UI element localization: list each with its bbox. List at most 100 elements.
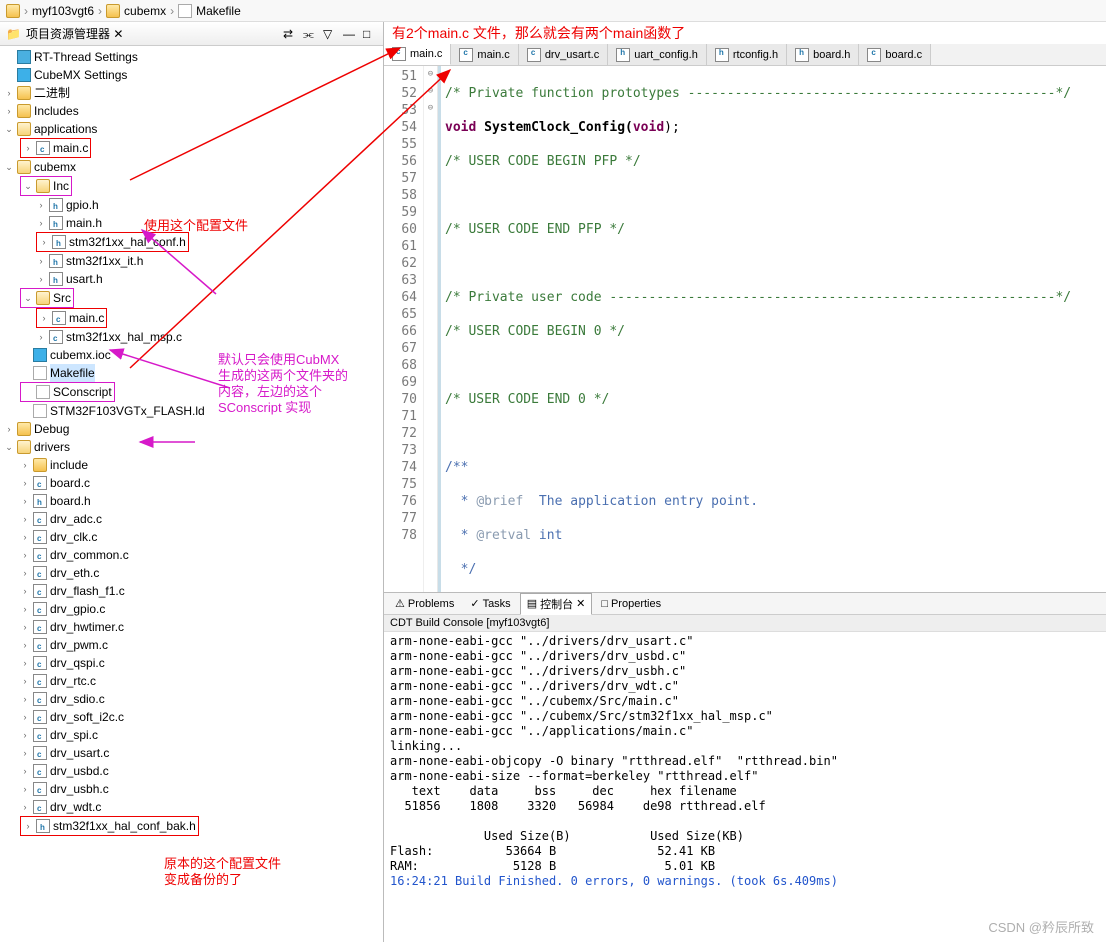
c-file-icon xyxy=(33,782,47,796)
h-file-icon xyxy=(33,494,47,508)
tree-item[interactable]: drv_flash_f1.c xyxy=(50,582,125,600)
tree-item[interactable]: cubemx.ioc xyxy=(50,346,111,364)
tree-item[interactable]: drv_gpio.c xyxy=(50,600,105,618)
tree-item[interactable]: drv_qspi.c xyxy=(50,654,105,672)
tree-item[interactable]: RT-Thread Settings xyxy=(34,48,138,66)
tab-tasks[interactable]: ✓ Tasks xyxy=(463,594,517,613)
file-tree[interactable]: RT-Thread Settings CubeMX Settings ›二进制 … xyxy=(0,46,383,942)
console-header: CDT Build Console [myf103vgt6] xyxy=(384,615,1106,632)
tree-item[interactable]: drv_hwtimer.c xyxy=(50,618,124,636)
c-file-icon xyxy=(867,48,881,62)
file-icon xyxy=(36,385,50,399)
c-file-icon xyxy=(33,602,47,616)
breadcrumb: › myf103vgt6 › cubemx › Makefile xyxy=(0,0,1106,22)
folder-icon xyxy=(106,4,120,18)
max-icon[interactable]: □ xyxy=(363,27,377,41)
tree-item[interactable]: drv_rtc.c xyxy=(50,672,96,690)
tree-item[interactable]: Debug xyxy=(34,420,69,438)
line-gutter: 5152535455565758596061626364656667686970… xyxy=(384,66,424,592)
folder-icon xyxy=(17,440,31,454)
tree-item[interactable]: stm32f1xx_hal_conf.h xyxy=(69,233,186,251)
c-file-icon xyxy=(36,141,50,155)
tab-problems[interactable]: ⚠ Problems xyxy=(388,594,461,613)
tab-rtconfig[interactable]: rtconfig.h xyxy=(707,44,787,65)
tab-uart-config[interactable]: uart_config.h xyxy=(608,44,707,65)
c-file-icon xyxy=(33,530,47,544)
tree-item[interactable]: drivers xyxy=(34,438,70,456)
code-area[interactable]: /* Private function prototypes ---------… xyxy=(438,66,1106,592)
file-icon xyxy=(178,4,192,18)
fold-gutter[interactable]: ⊖⊖⊖ xyxy=(424,66,438,592)
tab-console[interactable]: ▤ 控制台 ✕ xyxy=(520,593,593,615)
tree-item[interactable]: applications xyxy=(34,120,97,138)
tree-item[interactable]: include xyxy=(50,456,88,474)
tree-item[interactable]: cubemx xyxy=(34,158,76,176)
project-explorer: 📁 项目资源管理器 ✕ ⇄ ⫘ ▽ — □ RT-Thread Settings… xyxy=(0,22,384,942)
tree-item[interactable]: drv_adc.c xyxy=(50,510,102,528)
min-icon[interactable]: — xyxy=(343,27,357,41)
tree-item[interactable]: Makefile xyxy=(50,364,95,382)
tree-item[interactable]: 二进制 xyxy=(34,84,70,102)
tree-item[interactable]: Src xyxy=(53,289,71,307)
tree-item[interactable]: drv_eth.c xyxy=(50,564,99,582)
code-editor[interactable]: 5152535455565758596061626364656667686970… xyxy=(384,66,1106,592)
tree-item[interactable]: drv_usart.c xyxy=(50,744,109,762)
h-file-icon xyxy=(616,48,630,62)
crumb[interactable]: cubemx xyxy=(124,4,166,18)
tab-properties[interactable]: □ Properties xyxy=(594,595,668,613)
tree-item[interactable]: drv_sdio.c xyxy=(50,690,105,708)
annotation: 使用这个配置文件 xyxy=(144,218,248,234)
tab-drv-usart[interactable]: drv_usart.c xyxy=(519,44,608,65)
tree-item[interactable]: board.h xyxy=(50,492,91,510)
tree-item[interactable]: drv_usbd.c xyxy=(50,762,109,780)
tree-item[interactable]: SConscript xyxy=(53,383,112,401)
tree-item[interactable]: Includes xyxy=(34,102,79,120)
console-output[interactable]: arm-none-eabi-gcc "../drivers/drv_usart.… xyxy=(384,632,1106,942)
tree-item[interactable]: stm32f1xx_it.h xyxy=(66,252,143,270)
collapse-icon[interactable]: ⇄ xyxy=(283,27,297,41)
h-file-icon xyxy=(795,48,809,62)
tree-item[interactable]: gpio.h xyxy=(66,196,99,214)
h-file-icon xyxy=(49,198,63,212)
crumb[interactable]: myf103vgt6 xyxy=(32,4,94,18)
tree-item[interactable]: STM32F103VGTx_FLASH.ld xyxy=(50,402,205,420)
tab-board-h[interactable]: board.h xyxy=(787,44,859,65)
tree-item[interactable]: board.c xyxy=(50,474,90,492)
tree-item[interactable]: Inc xyxy=(53,177,69,195)
c-file-icon xyxy=(33,656,47,670)
tree-item[interactable]: drv_clk.c xyxy=(50,528,97,546)
folder-icon xyxy=(36,179,50,193)
tab-main-c-2[interactable]: main.c xyxy=(451,44,518,65)
c-file-icon xyxy=(33,800,47,814)
tree-item[interactable]: usart.h xyxy=(66,270,103,288)
h-file-icon xyxy=(49,216,63,230)
tree-item[interactable]: main.h xyxy=(66,214,102,232)
tree-item[interactable]: drv_pwm.c xyxy=(50,636,108,654)
tree-item[interactable]: stm32f1xx_hal_msp.c xyxy=(66,328,182,346)
tree-item[interactable]: drv_common.c xyxy=(50,546,129,564)
c-file-icon xyxy=(33,692,47,706)
c-file-icon xyxy=(33,476,47,490)
tab-main-c[interactable]: main.c xyxy=(384,44,451,65)
tree-item[interactable]: drv_wdt.c xyxy=(50,798,101,816)
file-icon xyxy=(33,404,47,418)
explorer-icon: 📁 xyxy=(6,27,20,41)
c-file-icon xyxy=(33,512,47,526)
tree-item[interactable]: drv_usbh.c xyxy=(50,780,109,798)
folder-icon xyxy=(36,291,50,305)
link-icon[interactable]: ⫘ xyxy=(303,27,317,41)
menu-icon[interactable]: ▽ xyxy=(323,27,337,41)
tree-item[interactable]: main.c xyxy=(69,309,104,327)
tree-item[interactable]: stm32f1xx_hal_conf_bak.h xyxy=(53,817,196,835)
mx-icon xyxy=(33,348,47,362)
c-file-icon xyxy=(33,764,47,778)
c-file-icon xyxy=(33,548,47,562)
tree-item[interactable]: drv_soft_i2c.c xyxy=(50,708,124,726)
folder-icon xyxy=(33,458,47,472)
tab-board-c[interactable]: board.c xyxy=(859,44,931,65)
tree-item[interactable]: drv_spi.c xyxy=(50,726,98,744)
tree-item[interactable]: CubeMX Settings xyxy=(34,66,127,84)
crumb[interactable]: Makefile xyxy=(196,4,241,18)
tree-item[interactable]: main.c xyxy=(53,139,88,157)
mx-icon xyxy=(17,68,31,82)
